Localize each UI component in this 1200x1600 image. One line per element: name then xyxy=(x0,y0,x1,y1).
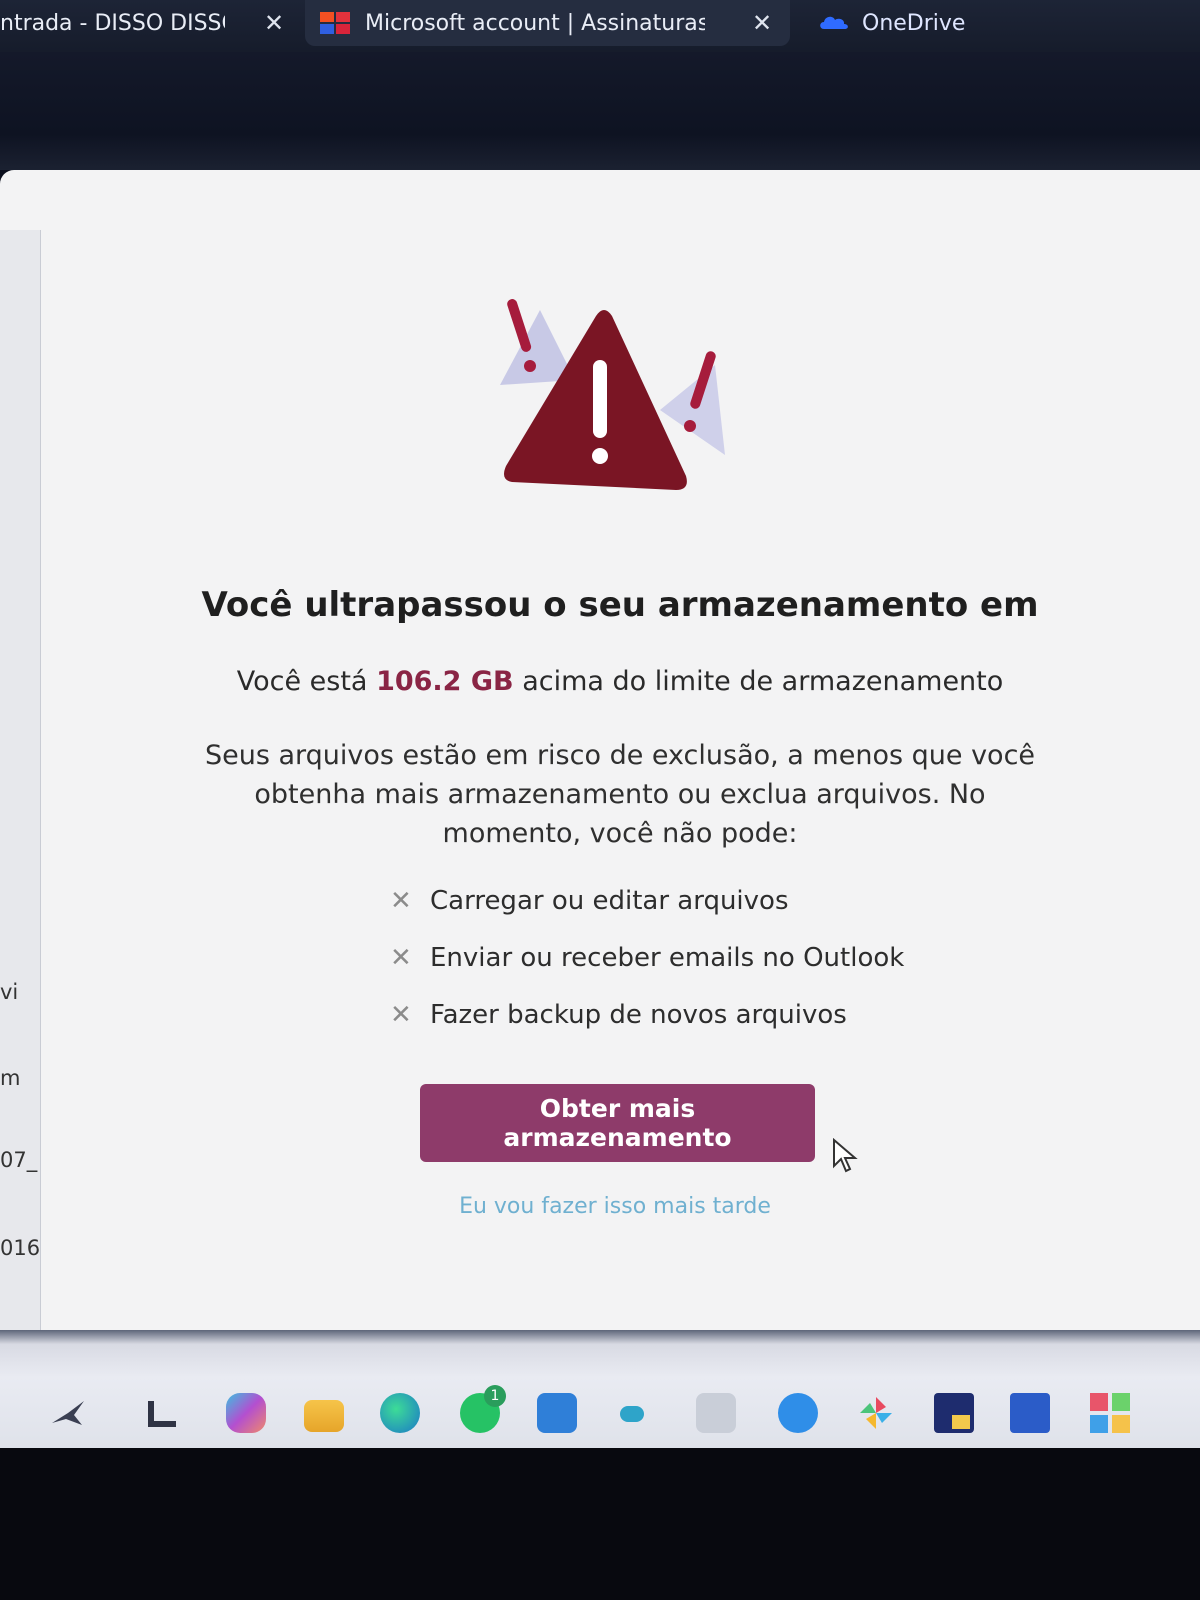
list-item: ✕ Carregar ou editar arquivos xyxy=(390,886,990,943)
folder-icon[interactable] xyxy=(304,1400,344,1432)
over-limit-amount: 106.2 GB xyxy=(376,666,514,697)
office-icon[interactable] xyxy=(1090,1393,1130,1433)
tab-label: Microsoft account | Assinaturas xyxy=(365,10,705,36)
list-item: ✕ Fazer backup de novos arquivos xyxy=(390,1000,990,1057)
background-text-fragment: m xyxy=(0,1066,21,1090)
tab-inbox[interactable]: ntrada - DISSO DISSC ✕ xyxy=(0,0,300,46)
over-limit-suffix: acima do limite de armazenamento xyxy=(522,666,1004,697)
onedrive-cloud-icon xyxy=(820,16,848,29)
background-text-fragment: 07_ xyxy=(0,1148,38,1172)
notification-badge: 1 xyxy=(484,1385,506,1407)
warning-triangle-icon xyxy=(500,299,725,490)
get-more-storage-button[interactable]: Obter mais armazenamento xyxy=(420,1084,815,1162)
restriction-text: Fazer backup de novos arquivos xyxy=(430,1000,847,1030)
list-item: ✕ Enviar ou receber emails no Outlook xyxy=(390,943,990,1000)
cross-icon: ✕ xyxy=(390,1000,412,1030)
background-text-fragment: 016 xyxy=(0,1236,41,1260)
microsoft-logo-icon xyxy=(320,12,350,34)
dialog-title: Você ultrapassou o seu armazenamento em xyxy=(201,585,1039,625)
close-icon[interactable]: ✕ xyxy=(264,9,284,37)
word-icon[interactable] xyxy=(1010,1393,1050,1433)
browser-tab-strip: ntrada - DISSO DISSC ✕ Microsoft account… xyxy=(0,0,1200,52)
zoom-icon[interactable] xyxy=(778,1393,818,1433)
restriction-text: Carregar ou editar arquivos xyxy=(430,886,789,916)
sticky-notes-icon[interactable] xyxy=(934,1393,974,1433)
restriction-text: Enviar ou receber emails no Outlook xyxy=(430,943,905,973)
file-manager-icon[interactable] xyxy=(142,1393,182,1433)
risk-description: Seus arquivos estão em risco de exclusão… xyxy=(204,740,1036,849)
pinned-app-icon[interactable] xyxy=(48,1393,88,1433)
tab-microsoft-account[interactable]: Microsoft account | Assinaturas ✕ xyxy=(305,0,790,46)
pinwheel-app-icon[interactable] xyxy=(856,1393,896,1433)
whatsapp-icon[interactable]: 1 xyxy=(460,1385,506,1433)
monitor-bezel xyxy=(0,1448,1200,1600)
close-icon[interactable]: ✕ xyxy=(752,9,772,37)
bank-app-icon[interactable] xyxy=(696,1393,736,1433)
tab-label: ntrada - DISSO DISSC xyxy=(0,10,225,36)
tab-label: OneDrive xyxy=(862,10,966,36)
tab-onedrive[interactable]: OneDrive xyxy=(810,0,1090,46)
mouse-pointer-icon xyxy=(833,1138,858,1173)
copilot-icon[interactable] xyxy=(226,1393,266,1433)
store-icon[interactable] xyxy=(537,1393,577,1433)
browser-toolbar-area xyxy=(0,52,1200,170)
background-text-fragment: vi xyxy=(0,980,19,1004)
edge-icon[interactable] xyxy=(380,1393,420,1433)
do-it-later-link[interactable]: Eu vou fazer isso mais tarde xyxy=(0,1194,1200,1219)
cloud-app-icon[interactable] xyxy=(620,1406,644,1422)
restriction-list: ✕ Carregar ou editar arquivos ✕ Enviar o… xyxy=(390,886,990,1057)
cross-icon: ✕ xyxy=(390,886,412,916)
over-limit-prefix: Você está xyxy=(236,666,368,697)
over-limit-message: Você está 106.2 GB acima do limite de ar… xyxy=(0,666,1200,697)
cross-icon: ✕ xyxy=(390,943,412,973)
